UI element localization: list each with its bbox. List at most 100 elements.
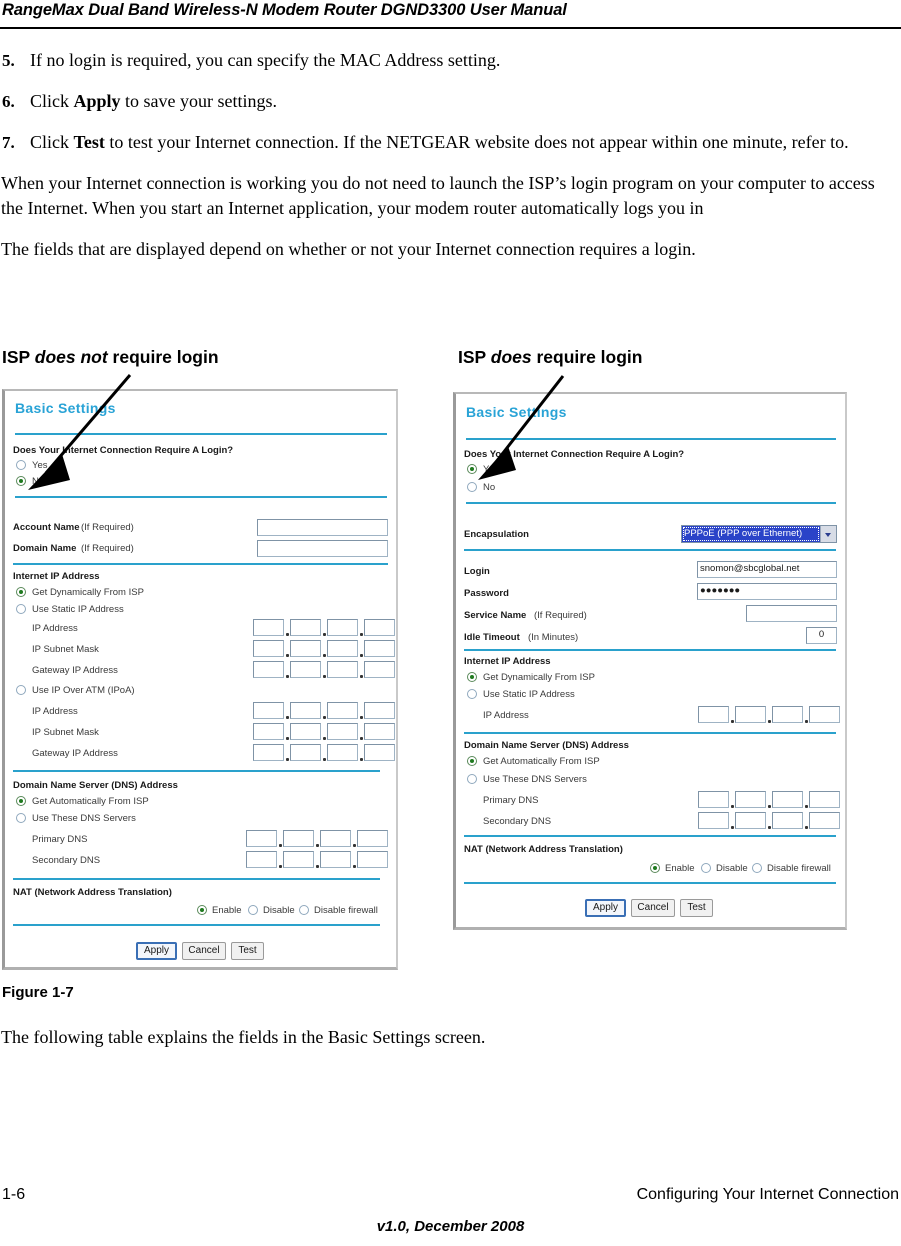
static-subnet-octet-2-left[interactable]: [290, 640, 321, 657]
secondary-dns-octet-1-right[interactable]: [698, 812, 729, 829]
ipoa-subnet-octet-3-left[interactable]: [327, 723, 358, 740]
octet-dot: [805, 805, 808, 808]
cancel-button-left[interactable]: Cancel: [182, 942, 226, 960]
idle-timeout-label-right: Idle Timeout: [464, 632, 520, 643]
octet-dot: [279, 844, 282, 847]
ipoa-subnet-octet-4-left[interactable]: [364, 723, 395, 740]
primary-dns-octet-1-left[interactable]: [246, 830, 277, 847]
static-subnet-octet-3-left[interactable]: [327, 640, 358, 657]
panel-title-right: Basic Settings: [466, 404, 567, 420]
static-subnet-octet-4-left[interactable]: [364, 640, 395, 657]
static-ip-octet-2-right[interactable]: [735, 706, 766, 723]
radio-get-dynamically-left[interactable]: [16, 587, 26, 597]
primary-dns-octet-3-left[interactable]: [320, 830, 351, 847]
static-subnet-octet-1-left[interactable]: [253, 640, 284, 657]
page-header: RangeMax Dual Band Wireless-N Modem Rout…: [0, 0, 901, 30]
encapsulation-dropdown-right[interactable]: PPPoE (PPP over Ethernet): [681, 525, 837, 543]
radio-label-dns-auto-right: Get Automatically From ISP: [483, 756, 600, 767]
radio-nat-disable-firewall-left[interactable]: [299, 905, 309, 915]
primary-dns-octet-2-left[interactable]: [283, 830, 314, 847]
radio-nat-disable-firewall-right[interactable]: [752, 863, 762, 873]
static-ip-octet-2-left[interactable]: [290, 619, 321, 636]
secondary-dns-octet-4-left[interactable]: [357, 851, 388, 868]
radio-nat-enable-right[interactable]: [650, 863, 660, 873]
paragraph-fields-displayed: The fields that are displayed depend on …: [1, 239, 696, 259]
body-content: 5. If no login is required, you can spec…: [0, 48, 901, 278]
ipoa-gateway-octet-1-left[interactable]: [253, 744, 284, 761]
secondary-dns-octet-4-right[interactable]: [809, 812, 840, 829]
radio-login-no-right[interactable]: [467, 482, 477, 492]
password-input-right[interactable]: ●●●●●●●: [697, 583, 837, 600]
radio-use-ipoa-left[interactable]: [16, 685, 26, 695]
radio-use-static-left[interactable]: [16, 604, 26, 614]
radio-nat-disable-right[interactable]: [701, 863, 711, 873]
ipoa-subnet-octet-2-left[interactable]: [290, 723, 321, 740]
primary-dns-octet-4-right[interactable]: [809, 791, 840, 808]
primary-dns-octet-2-right[interactable]: [735, 791, 766, 808]
ipoa-ip-octet-1-left[interactable]: [253, 702, 284, 719]
radio-dns-manual-left[interactable]: [16, 813, 26, 823]
chevron-down-icon[interactable]: [820, 526, 836, 542]
static-ip-octet-1-right[interactable]: [698, 706, 729, 723]
primary-dns-octet-1-right[interactable]: [698, 791, 729, 808]
primary-dns-octet-3-right[interactable]: [772, 791, 803, 808]
header-divider: [0, 27, 901, 29]
secondary-dns-octet-2-right[interactable]: [735, 812, 766, 829]
ipoa-ip-octet-2-left[interactable]: [290, 702, 321, 719]
idle-timeout-input-right[interactable]: 0: [806, 627, 837, 644]
radio-label-nat-enable-left: Enable: [212, 905, 242, 916]
radio-nat-disable-left[interactable]: [248, 905, 258, 915]
static-gateway-octet-2-left[interactable]: [290, 661, 321, 678]
primary-dns-octet-4-left[interactable]: [357, 830, 388, 847]
paragraph-following-table: The following table explains the fields …: [1, 1027, 486, 1047]
secondary-dns-octet-1-left[interactable]: [246, 851, 277, 868]
step-6-apply-keyword: Apply: [73, 91, 121, 111]
radio-dns-auto-right[interactable]: [467, 756, 477, 766]
radio-use-static-right[interactable]: [467, 689, 477, 699]
ipoa-gateway-octet-2-left[interactable]: [290, 744, 321, 761]
radio-label-login-yes-left: Yes: [32, 460, 48, 471]
radio-dns-manual-right[interactable]: [467, 774, 477, 784]
step-6: 6. Click Apply to save your settings.: [0, 89, 901, 114]
static-ip-octet-3-right[interactable]: [772, 706, 803, 723]
static-ip-octet-4-right[interactable]: [809, 706, 840, 723]
test-button-left[interactable]: Test: [231, 942, 264, 960]
ipoa-gateway-octet-3-left[interactable]: [327, 744, 358, 761]
service-name-input-right[interactable]: [746, 605, 837, 622]
ipoa-ip-octet-4-left[interactable]: [364, 702, 395, 719]
radio-dns-auto-left[interactable]: [16, 796, 26, 806]
step-5-number: 5.: [2, 51, 15, 70]
ipoa-subnet-octet-1-left[interactable]: [253, 723, 284, 740]
domain-name-input-left[interactable]: [257, 540, 388, 557]
ipoa-ip-octet-3-left[interactable]: [327, 702, 358, 719]
rule-left-6: [13, 924, 380, 926]
radio-label-use-ipoa-left: Use IP Over ATM (IPoA): [32, 685, 135, 696]
account-name-input-left[interactable]: [257, 519, 388, 536]
secondary-dns-octet-3-right[interactable]: [772, 812, 803, 829]
idle-timeout-hint-right: (In Minutes): [528, 632, 579, 643]
secondary-dns-octet-3-left[interactable]: [320, 851, 351, 868]
basic-settings-screenshot-login: Basic Settings Does Your Internet Connec…: [453, 392, 847, 930]
test-button-right[interactable]: Test: [680, 899, 713, 917]
ipoa-gateway-octet-4-left[interactable]: [364, 744, 395, 761]
radio-login-no-left[interactable]: [16, 476, 26, 486]
apply-button-right[interactable]: Apply: [585, 899, 626, 917]
static-ip-octet-3-left[interactable]: [327, 619, 358, 636]
figure-label-login-pre: ISP: [458, 347, 491, 367]
login-input-right[interactable]: snomon@sbcglobal.net: [697, 561, 837, 578]
secondary-dns-octet-2-left[interactable]: [283, 851, 314, 868]
radio-get-dynamically-right[interactable]: [467, 672, 477, 682]
octet-dot: [731, 805, 734, 808]
octet-dot: [353, 844, 356, 847]
figure-label-login-post: require login: [531, 347, 643, 367]
static-gateway-octet-3-left[interactable]: [327, 661, 358, 678]
static-gateway-octet-1-left[interactable]: [253, 661, 284, 678]
static-gateway-octet-4-left[interactable]: [364, 661, 395, 678]
apply-button-left[interactable]: Apply: [136, 942, 177, 960]
static-ip-octet-4-left[interactable]: [364, 619, 395, 636]
radio-login-yes-right[interactable]: [467, 464, 477, 474]
radio-nat-enable-left[interactable]: [197, 905, 207, 915]
static-ip-octet-1-left[interactable]: [253, 619, 284, 636]
radio-login-yes-left[interactable]: [16, 460, 26, 470]
cancel-button-right[interactable]: Cancel: [631, 899, 675, 917]
